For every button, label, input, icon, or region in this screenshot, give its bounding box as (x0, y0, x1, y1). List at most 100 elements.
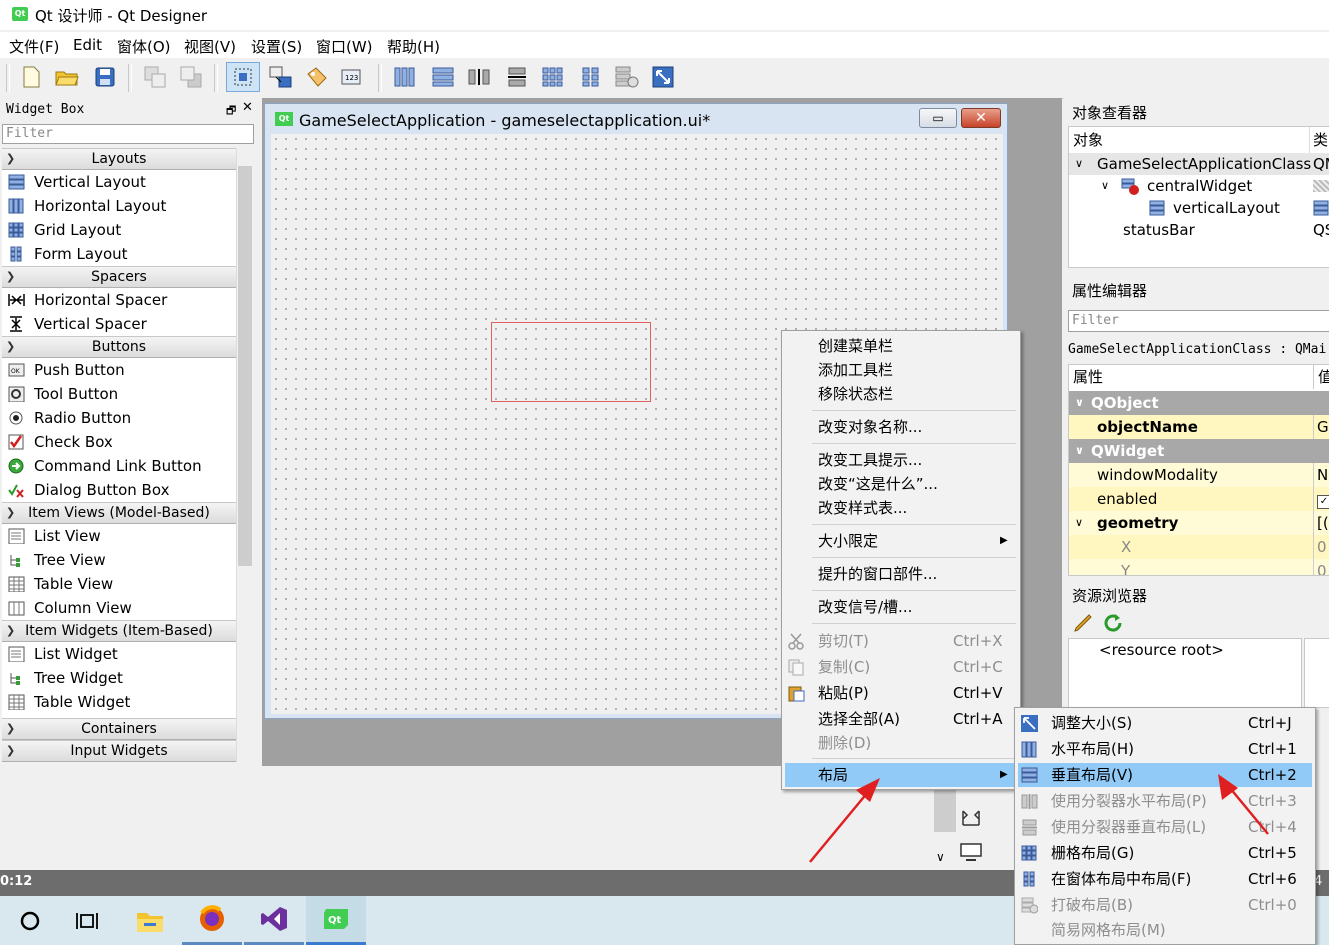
menu-item-simplify-grid[interactable]: 简易网格布局(M) (1015, 918, 1315, 942)
menu-item-horizontal-layout[interactable]: 水平布局(H) Ctrl+1 (1015, 737, 1315, 761)
menu-item-change-object-name[interactable]: 改变对象名称... (782, 415, 1020, 439)
edit-resources-icon[interactable] (1072, 612, 1094, 634)
menu-item-cut[interactable]: 剪切(T) Ctrl+X (782, 629, 1020, 653)
send-backward-icon[interactable] (142, 64, 168, 90)
property-row-enabled[interactable]: enabled ✓ (1069, 487, 1329, 511)
visual-studio-icon[interactable] (244, 896, 304, 945)
property-row-geometry[interactable]: ∨ geometry [( (1069, 511, 1329, 535)
menu-item-form-layout[interactable]: 在窗体布局中布局(F) Ctrl+6 (1015, 867, 1315, 891)
open-folder-icon[interactable] (54, 64, 80, 90)
property-row-windowmodality[interactable]: windowModality N (1069, 463, 1329, 487)
category-containers[interactable]: ❯ Containers (2, 718, 236, 740)
grid-layout-icon[interactable] (540, 64, 566, 90)
form-layout-icon[interactable] (578, 64, 604, 90)
tree-row-central-widget[interactable]: ∨ centralWidget (1069, 175, 1329, 197)
menu-item-splitter-horizontal[interactable]: 使用分裂器水平布局(P) Ctrl+3 (1015, 789, 1315, 813)
list-item-radio-button[interactable]: Radio Button (2, 406, 236, 430)
list-item-push-button[interactable]: OK Push Button (2, 358, 236, 382)
section-qwidget[interactable]: ∨ QWidget (1069, 439, 1329, 463)
category-buttons[interactable]: ❯ Buttons (2, 336, 236, 358)
search-icon[interactable] (0, 896, 60, 945)
menu-settings[interactable]: 设置(S) (251, 36, 302, 57)
property-filter-input[interactable]: Filter (1068, 310, 1329, 332)
resource-root-item[interactable]: <resource root> (1099, 641, 1224, 659)
tree-row-status-bar[interactable]: statusBar QS (1069, 219, 1329, 241)
list-item-tool-button[interactable]: Tool Button (2, 382, 236, 406)
menu-item-change-stylesheet[interactable]: 改变样式表... (782, 496, 1020, 520)
list-item-grid-layout[interactable]: Grid Layout (2, 218, 236, 242)
list-item-tree-view[interactable]: Tree View (2, 548, 236, 572)
break-layout-icon[interactable] (614, 64, 640, 90)
edit-widgets-icon[interactable] (226, 62, 260, 92)
category-input-widgets[interactable]: ❯ Input Widgets (2, 740, 236, 762)
category-spacers[interactable]: ❯ Spacers (2, 266, 236, 288)
menu-item-copy[interactable]: 复制(C) Ctrl+C (782, 655, 1020, 679)
list-item-form-layout[interactable]: Form Layout (2, 242, 236, 266)
property-row-objectname[interactable]: objectName Ga (1069, 415, 1329, 439)
menu-item-vertical-layout[interactable]: 垂直布局(V) Ctrl+2 (1018, 763, 1312, 787)
scrollbar-thumb[interactable] (934, 790, 956, 832)
firefox-icon[interactable] (182, 896, 242, 945)
menu-file[interactable]: 文件(F) (9, 36, 59, 57)
section-qobject[interactable]: ∨ QObject (1069, 391, 1329, 415)
menu-view[interactable]: 视图(V) (184, 36, 236, 57)
menu-item-select-all[interactable]: 选择全部(A) Ctrl+A (782, 707, 1020, 731)
chevron-down-icon[interactable]: ∨ (936, 850, 945, 864)
menu-item-break-layout[interactable]: 打破布局(B) Ctrl+0 (1015, 893, 1315, 917)
menu-edit[interactable]: Edit (73, 36, 102, 54)
new-file-icon[interactable] (18, 64, 44, 90)
menu-item-paste[interactable]: 粘贴(P) Ctrl+V (782, 681, 1020, 705)
widget-filter-input[interactable]: Filter (2, 124, 254, 144)
category-item-views[interactable]: ❯ Item Views (Model-Based) (2, 502, 236, 524)
list-item-command-link-button[interactable]: Command Link Button (2, 454, 236, 478)
menu-item-promoted-widgets[interactable]: 提升的窗口部件... (782, 562, 1020, 586)
category-item-widgets[interactable]: ❯ Item Widgets (Item-Based) (2, 620, 236, 642)
list-item-list-widget[interactable]: List Widget (2, 642, 236, 666)
menu-item-add-toolbar[interactable]: 添加工具栏 (782, 358, 1020, 382)
minimize-button[interactable]: ▭ (919, 108, 957, 128)
vertical-layout-icon[interactable] (430, 64, 456, 90)
enabled-checkbox[interactable]: ✓ (1313, 487, 1329, 511)
menu-item-remove-statusbar[interactable]: 移除状态栏 (782, 382, 1020, 406)
property-row-y[interactable]: Y 0 (1069, 559, 1329, 575)
column-header-class[interactable]: 类 (1313, 127, 1329, 153)
menu-item-grid-layout[interactable]: 栅格布局(G) Ctrl+5 (1015, 841, 1315, 865)
menu-item-size-constraints[interactable]: 大小限定 ▶ (782, 529, 1020, 553)
menu-item-layout[interactable]: 布局 ▶ (785, 763, 1017, 787)
category-layouts[interactable]: ❯ Layouts (2, 148, 236, 170)
list-item-list-view[interactable]: List View (2, 524, 236, 548)
menu-item-change-signals[interactable]: 改变信号/槽... (782, 595, 1020, 619)
edit-tab-order-icon[interactable]: 123 (340, 64, 366, 90)
menu-item-delete[interactable]: 删除(D) (782, 731, 1020, 755)
menu-form[interactable]: 窗体(O) (117, 36, 171, 57)
tree-row-vertical-layout[interactable]: verticalLayout (1069, 197, 1329, 219)
menu-item-splitter-vertical[interactable]: 使用分裂器垂直布局(L) Ctrl+4 (1015, 815, 1315, 839)
menu-item-change-whatsthis[interactable]: 改变“这是什么”... (782, 472, 1020, 496)
edit-buddies-icon[interactable] (304, 64, 330, 90)
menu-item-change-tooltip[interactable]: 改变工具提示... (782, 448, 1020, 472)
menu-item-adjust-size[interactable]: 调整大小(S) Ctrl+J (1015, 711, 1315, 735)
list-item-check-box[interactable]: Check Box (2, 430, 236, 454)
menu-item-create-menubar[interactable]: 创建菜单栏 (782, 334, 1020, 358)
tree-row-root[interactable]: ∨ GameSelectApplicationClass QM (1069, 153, 1329, 175)
list-item-horizontal-spacer[interactable]: Horizontal Spacer (2, 288, 236, 312)
list-item-tree-widget[interactable]: Tree Widget (2, 666, 236, 690)
list-item-horizontal-layout[interactable]: Horizontal Layout (2, 194, 236, 218)
reload-icon[interactable] (1102, 612, 1124, 634)
save-icon[interactable] (92, 64, 118, 90)
list-item-vertical-layout[interactable]: Vertical Layout (2, 170, 236, 194)
task-view-icon[interactable] (58, 896, 118, 945)
scrollbar-thumb[interactable] (238, 166, 252, 566)
vertical-layout-placeholder[interactable] (491, 322, 651, 402)
horizontal-layout-icon[interactable] (392, 64, 418, 90)
list-item-vertical-spacer[interactable]: Vertical Spacer (2, 312, 236, 336)
list-item-table-widget[interactable]: Table Widget (2, 690, 236, 714)
column-header-object[interactable]: 对象 (1073, 127, 1310, 153)
close-icon[interactable]: ✕ (242, 100, 253, 115)
float-icon[interactable]: 🗗 (226, 102, 236, 121)
qt-designer-taskbar-icon[interactable]: Qt (306, 896, 366, 945)
splitter-horizontal-icon[interactable] (466, 64, 492, 90)
edit-signals-slots-icon[interactable] (268, 64, 294, 90)
property-row-x[interactable]: X 0 (1069, 535, 1329, 559)
adjust-size-icon[interactable] (650, 64, 676, 90)
